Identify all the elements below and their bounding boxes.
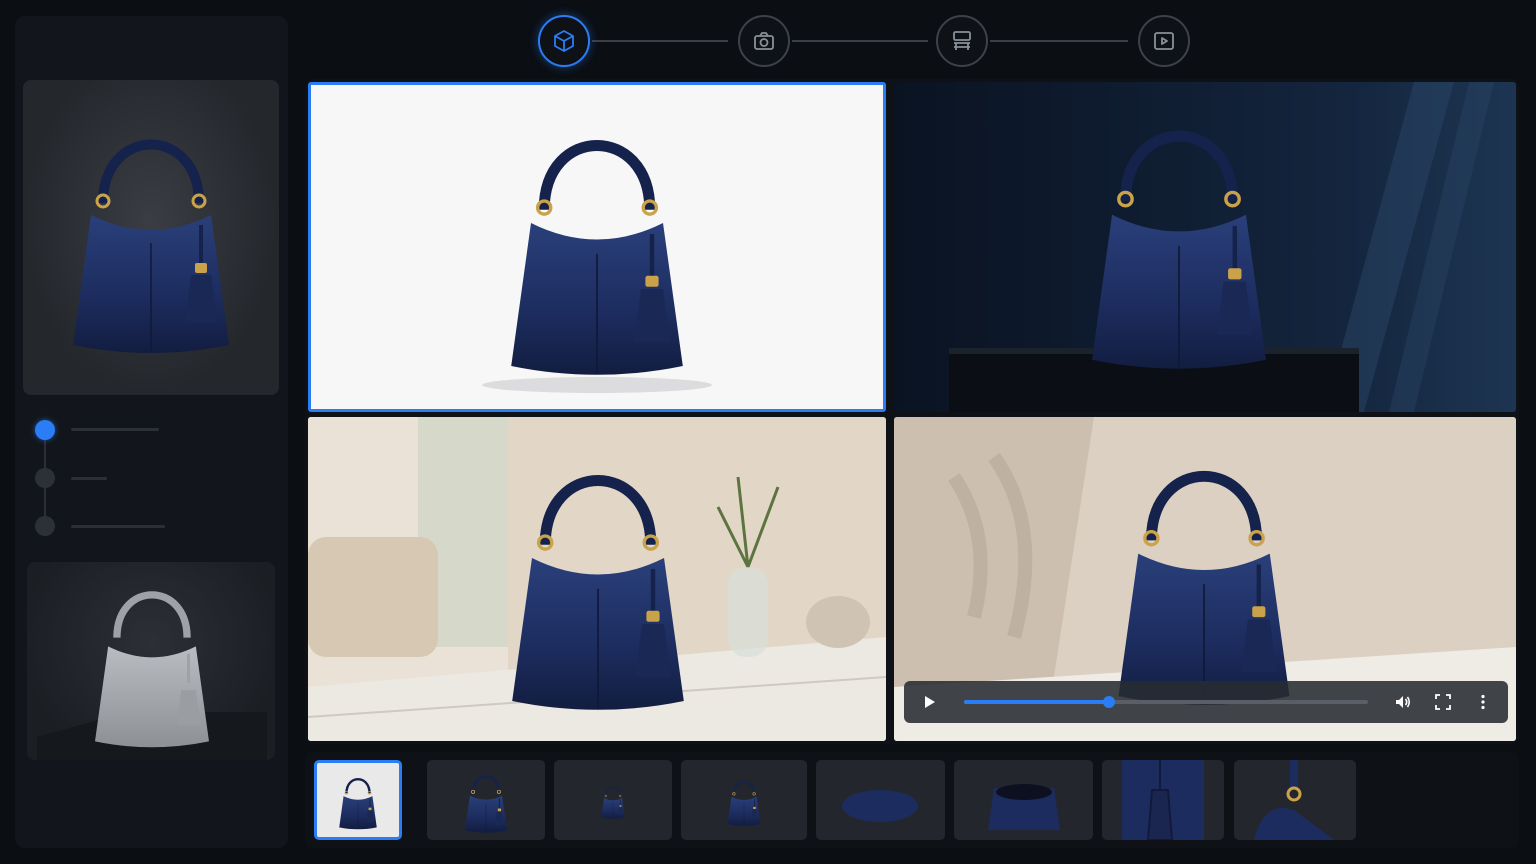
step-dot-2[interactable] <box>35 468 55 488</box>
thumbnail-side[interactable] <box>554 760 672 840</box>
studio-bag-image <box>311 85 883 409</box>
thumbnail-interior[interactable] <box>954 760 1093 840</box>
step-bar-3 <box>71 525 165 528</box>
gray-bag-model-image <box>37 562 267 760</box>
thumb-front-image <box>337 777 379 831</box>
preview-card-3d-model[interactable] <box>27 562 275 760</box>
stepper-connector-3 <box>990 40 1128 42</box>
thumbnail-tassel-detail[interactable] <box>1102 760 1224 840</box>
play-icon <box>1154 32 1174 50</box>
video-progress-knob[interactable] <box>1103 696 1116 708</box>
living-room-bag-image <box>308 417 886 741</box>
pedestal-bag-image <box>894 82 1516 412</box>
thumbnail-strip <box>305 752 1519 848</box>
thumb-hardware-image <box>1254 760 1334 840</box>
cube-icon <box>554 30 574 52</box>
gallery-tile-living-room[interactable] <box>308 417 886 741</box>
video-more-button[interactable] <box>1470 689 1496 715</box>
video-progress-bar[interactable] <box>964 696 1368 708</box>
render-gallery <box>305 79 1519 744</box>
gallery-tile-studio[interactable] <box>308 82 886 412</box>
stepper-connector-1 <box>592 40 728 42</box>
stepper-node-model[interactable] <box>538 15 590 67</box>
thumbnail-three-quarter[interactable] <box>681 760 807 840</box>
preview-card-navy-bag[interactable] <box>23 80 279 395</box>
video-controls <box>904 681 1508 723</box>
thumbnail-hardware-detail[interactable] <box>1234 760 1356 840</box>
thumb-front-dark-image <box>463 775 509 835</box>
thumb-three-quarter-image <box>726 780 762 828</box>
video-progress-fill <box>964 700 1110 704</box>
stepper-node-photo[interactable] <box>738 15 790 67</box>
thumbnail-front[interactable] <box>314 760 402 840</box>
play-icon <box>925 696 935 708</box>
step-bar-1 <box>71 428 159 431</box>
video-volume-button[interactable] <box>1390 689 1416 715</box>
step-bar-2 <box>71 477 107 480</box>
step-dot-1[interactable] <box>35 420 55 440</box>
fullscreen-icon <box>1435 694 1451 710</box>
camera-icon <box>754 32 774 50</box>
stepper-node-layout[interactable] <box>936 15 988 67</box>
thumb-bottom-image <box>842 790 918 822</box>
thumb-tassel-image <box>1122 760 1204 840</box>
video-play-button[interactable] <box>916 689 942 715</box>
left-sidebar <box>15 16 288 848</box>
gallery-tile-dark-pedestal[interactable] <box>894 82 1516 412</box>
thumb-interior-image <box>988 784 1060 830</box>
thumbnail-front-dark[interactable] <box>427 760 545 840</box>
thumb-side-image <box>599 786 627 821</box>
stepper-node-video[interactable] <box>1138 15 1190 67</box>
step-dot-3[interactable] <box>35 516 55 536</box>
more-icon <box>1481 694 1485 710</box>
layout-icon <box>953 31 971 50</box>
workflow-stepper <box>538 14 1192 68</box>
sidebar-steps <box>35 420 275 540</box>
video-fullscreen-button[interactable] <box>1430 689 1456 715</box>
navy-bag-image <box>23 80 279 395</box>
stepper-connector-2 <box>792 40 928 42</box>
thumbnail-bottom[interactable] <box>816 760 945 840</box>
gallery-tile-video[interactable] <box>894 417 1516 741</box>
volume-icon <box>1396 696 1411 708</box>
